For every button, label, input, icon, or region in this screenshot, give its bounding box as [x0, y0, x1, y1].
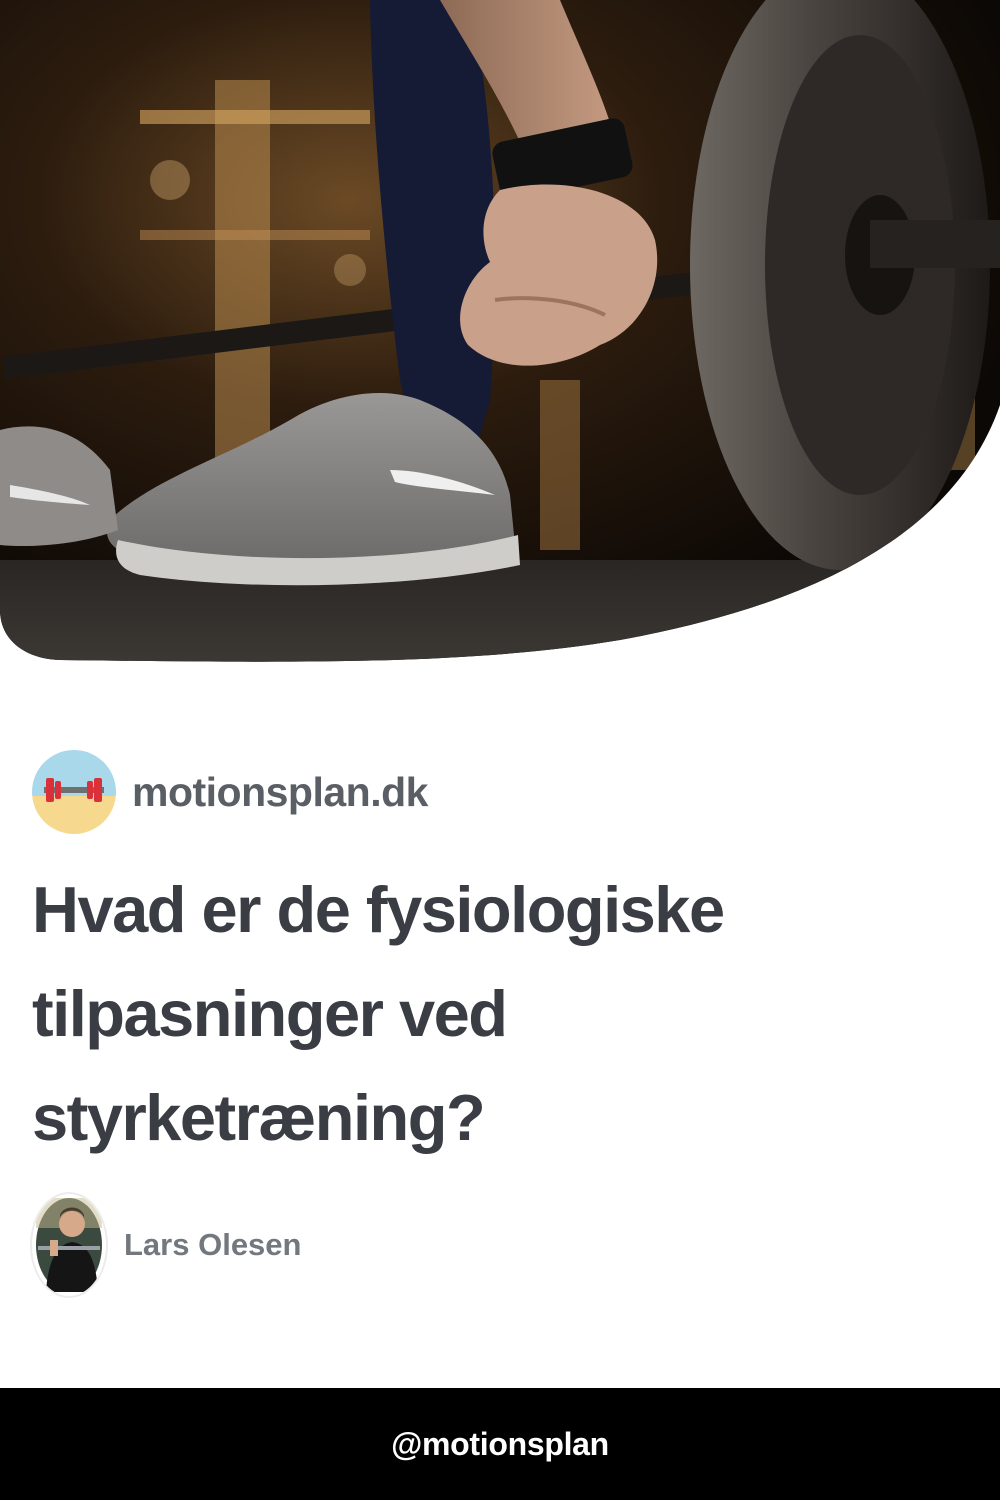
- site-brand[interactable]: motionsplan.dk: [32, 750, 428, 834]
- footer-bar: @motionsplan: [0, 1388, 1000, 1500]
- hero-image: [0, 0, 1000, 665]
- social-handle[interactable]: @motionsplan: [391, 1426, 609, 1463]
- author-info[interactable]: Lars Olesen: [32, 1194, 301, 1296]
- author-avatar: [32, 1194, 106, 1296]
- author-name: Lars Olesen: [124, 1227, 302, 1262]
- site-name: motionsplan.dk: [132, 768, 428, 815]
- dumbbell-beach-logo-icon: [32, 750, 116, 834]
- article-title: Hvad er de fysiologiske tilpasninger ved…: [32, 873, 725, 1154]
